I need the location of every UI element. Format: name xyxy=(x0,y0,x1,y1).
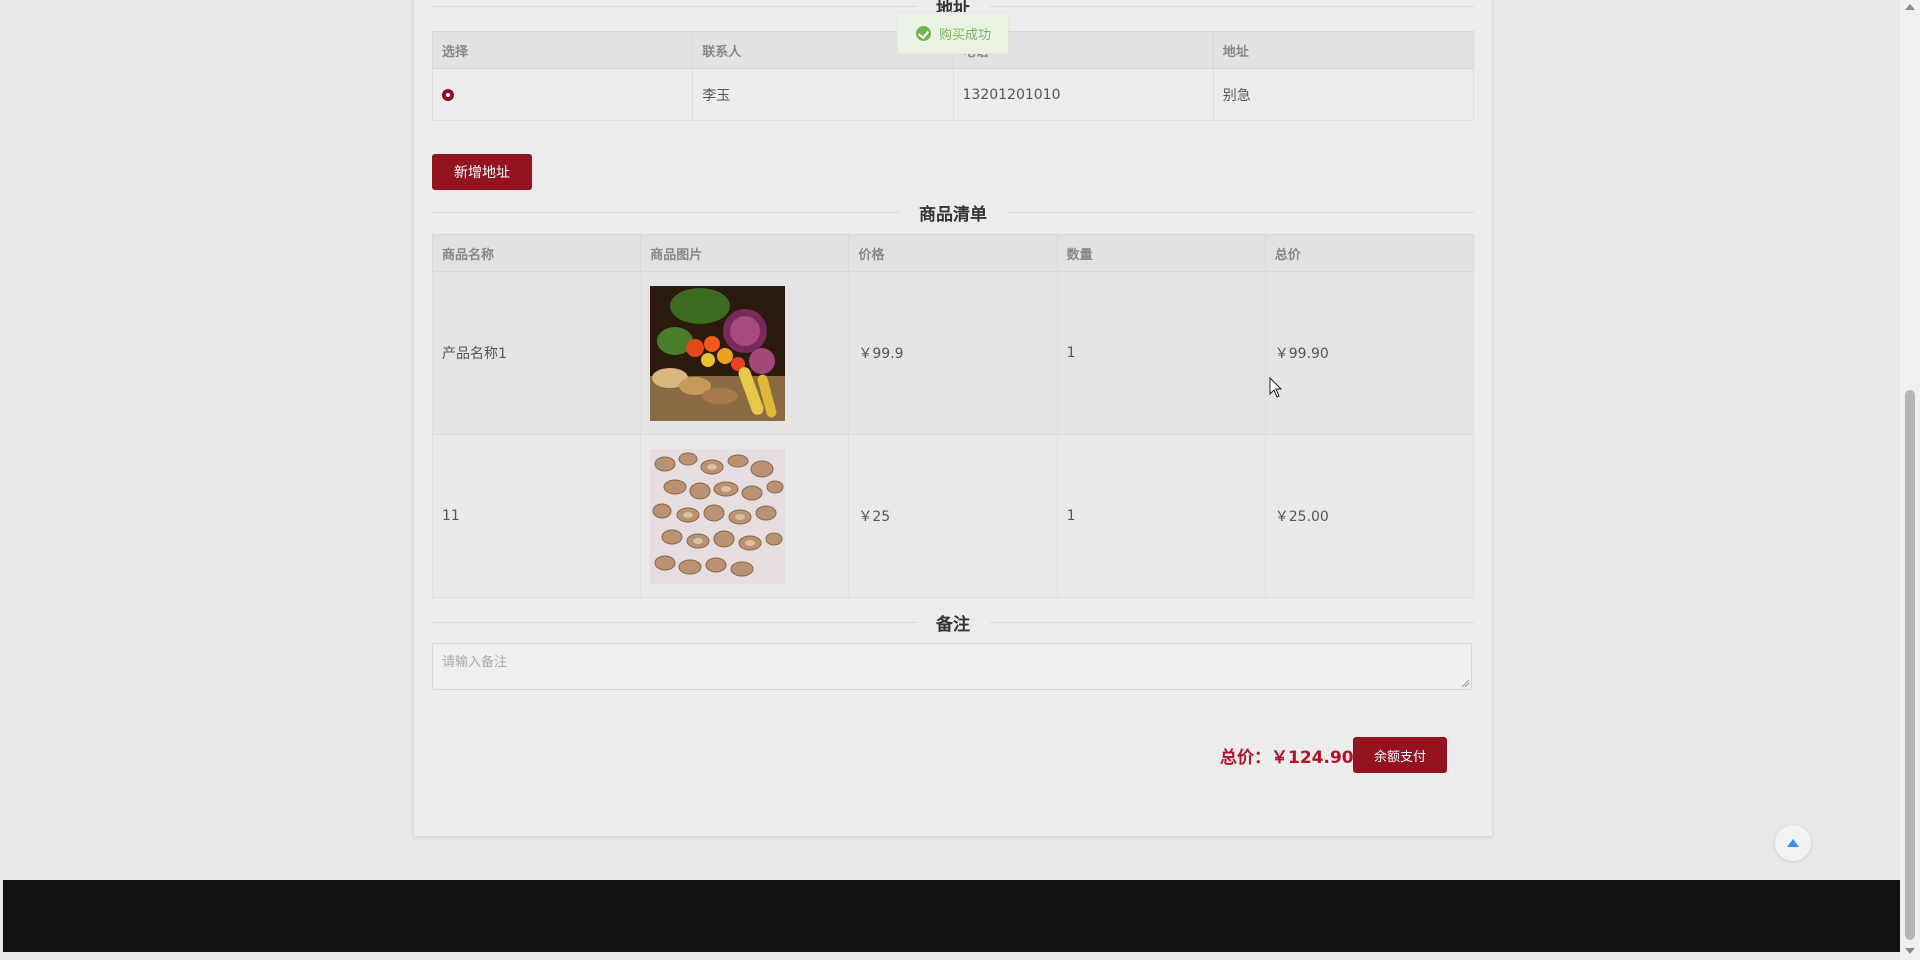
scroll-up-icon[interactable] xyxy=(1905,4,1915,10)
page-footer xyxy=(3,880,1900,952)
address-select-cell[interactable] xyxy=(431,68,694,121)
product-image-cell xyxy=(640,434,850,598)
goods-table: 商品名称 商品图片 价格 数量 总价 产品名称1 ￥99.9 1 ￥99.90 … xyxy=(431,234,1475,598)
divider-line xyxy=(990,5,1474,7)
mouse-cursor-icon xyxy=(1269,377,1283,398)
product-name: 11 xyxy=(431,434,642,598)
remark-placeholder: 请输入备注 xyxy=(442,655,508,670)
remark-textarea[interactable]: 请输入备注 xyxy=(432,643,1472,690)
product-total: ￥25.00 xyxy=(1264,434,1475,598)
header-price: 价格 xyxy=(848,234,1058,272)
back-to-top-button[interactable] xyxy=(1775,825,1811,861)
divider-line xyxy=(432,211,899,213)
page-viewport: 地址 选择 联系人 电话 地址 李玉 13201201010 别急 新增地址 xyxy=(0,0,1900,960)
check-circle-icon xyxy=(916,25,931,41)
header-product-image: 商品图片 xyxy=(640,234,850,272)
divider-line xyxy=(1007,211,1474,213)
header-quantity: 数量 xyxy=(1056,234,1266,272)
address-radio[interactable] xyxy=(442,88,454,101)
goods-row: 11 ￥25 1 ￥25.00 xyxy=(431,434,1475,598)
product-quantity: 1 xyxy=(1056,271,1266,435)
vegetables-grains-photo xyxy=(650,285,786,421)
goods-section-label: 商品清单 xyxy=(919,204,987,225)
balance-pay-button[interactable]: 余额支付 xyxy=(1353,737,1447,773)
address-phone: 13201201010 xyxy=(952,68,1214,121)
address-contact: 李玉 xyxy=(692,68,954,121)
product-total: ￥99.90 xyxy=(1264,271,1475,435)
order-total: 总价：￥124.90 xyxy=(1220,748,1354,768)
goods-row: 产品名称1 ￥99.9 1 ￥99.90 xyxy=(431,271,1475,435)
toast-message: 购买成功 xyxy=(939,27,992,43)
caret-up-icon xyxy=(1787,839,1799,847)
divider-line xyxy=(432,5,916,7)
resize-grip-icon[interactable] xyxy=(1461,679,1469,687)
goods-table-header: 商品名称 商品图片 价格 数量 总价 xyxy=(431,234,1475,272)
divider-line xyxy=(432,621,916,623)
address-text: 别急 xyxy=(1212,68,1475,121)
remark-section-title: 备注 xyxy=(432,612,1474,635)
header-select: 选择 xyxy=(431,31,694,69)
success-toast: 购买成功 xyxy=(897,12,1009,54)
address-row[interactable]: 李玉 13201201010 别急 xyxy=(431,68,1475,121)
herbal-root-slices-photo xyxy=(650,448,786,584)
product-name: 产品名称1 xyxy=(431,271,642,435)
scroll-down-icon[interactable] xyxy=(1905,948,1915,954)
product-price: ￥25 xyxy=(848,434,1058,598)
scrollbar-thumb[interactable] xyxy=(1905,390,1915,940)
remark-section-label: 备注 xyxy=(936,614,970,635)
header-address: 地址 xyxy=(1212,31,1475,69)
header-total: 总价 xyxy=(1264,234,1475,272)
header-product-name: 商品名称 xyxy=(431,234,642,272)
divider-line xyxy=(990,621,1474,623)
vertical-scrollbar[interactable] xyxy=(1900,0,1920,960)
goods-section-title: 商品清单 xyxy=(432,202,1474,225)
product-image-cell xyxy=(640,271,850,435)
product-quantity: 1 xyxy=(1056,434,1266,598)
add-address-button[interactable]: 新增地址 xyxy=(432,154,532,190)
product-price: ￥99.9 xyxy=(848,271,1058,435)
